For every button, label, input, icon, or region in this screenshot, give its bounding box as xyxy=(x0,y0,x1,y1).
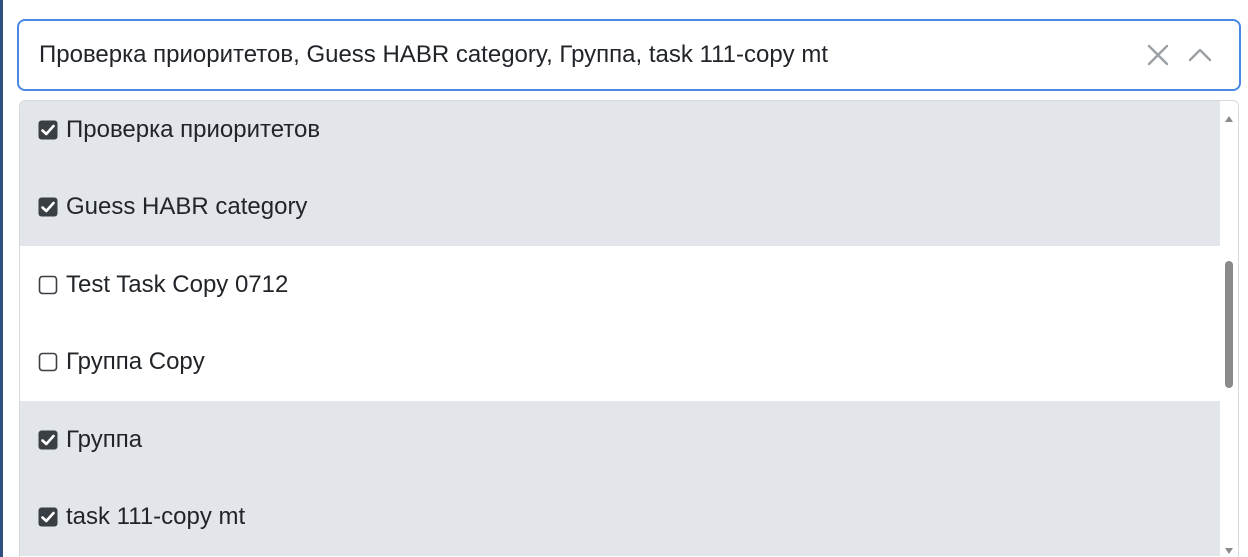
checkbox-checked-icon[interactable] xyxy=(38,430,58,450)
scrollbar-thumb[interactable] xyxy=(1225,261,1233,388)
option-item[interactable]: Проверка приоритетов xyxy=(20,101,1220,169)
scroll-down-arrow-icon[interactable] xyxy=(1224,542,1234,554)
checkbox-checked-icon[interactable] xyxy=(38,197,58,217)
option-label: Test Task Copy 0712 xyxy=(66,270,289,298)
option-label: Guess HABR category xyxy=(66,193,308,221)
option-item[interactable]: Guess HABR category xyxy=(20,168,1220,246)
option-item[interactable]: Test Task Copy 0712 xyxy=(20,246,1220,324)
option-item[interactable]: Группа Copy xyxy=(20,323,1220,401)
scroll-up-arrow-icon[interactable] xyxy=(1224,110,1234,122)
checkbox-checked-icon[interactable] xyxy=(38,507,58,527)
option-label: task 111-copy mt xyxy=(66,503,246,531)
option-item[interactable]: task 111-copy mt xyxy=(20,478,1220,556)
close-icon[interactable] xyxy=(1146,43,1170,67)
dropdown-scrollbar[interactable] xyxy=(1220,101,1238,557)
left-edge-border xyxy=(0,0,3,557)
option-label: Группа Copy xyxy=(66,348,205,376)
multiselect-value: Проверка приоритетов, Guess HABR categor… xyxy=(39,41,829,68)
checkbox-unchecked-icon[interactable] xyxy=(38,275,58,295)
chevron-up-icon[interactable] xyxy=(1187,43,1213,67)
option-label: Группа xyxy=(66,425,143,453)
option-item[interactable]: Группа xyxy=(20,401,1220,479)
checkbox-checked-icon[interactable] xyxy=(38,120,58,140)
page: Проверка приоритетов, Guess HABR categor… xyxy=(0,0,1248,557)
option-label: Проверка приоритетов xyxy=(66,115,321,143)
options-list: Проверка приоритетов Guess HABR category T… xyxy=(20,101,1220,556)
checkbox-unchecked-icon[interactable] xyxy=(38,352,58,372)
multiselect-control[interactable]: Проверка приоритетов, Guess HABR categor… xyxy=(17,19,1241,91)
multiselect-dropdown: Проверка приоритетов Guess HABR category T… xyxy=(19,100,1239,557)
